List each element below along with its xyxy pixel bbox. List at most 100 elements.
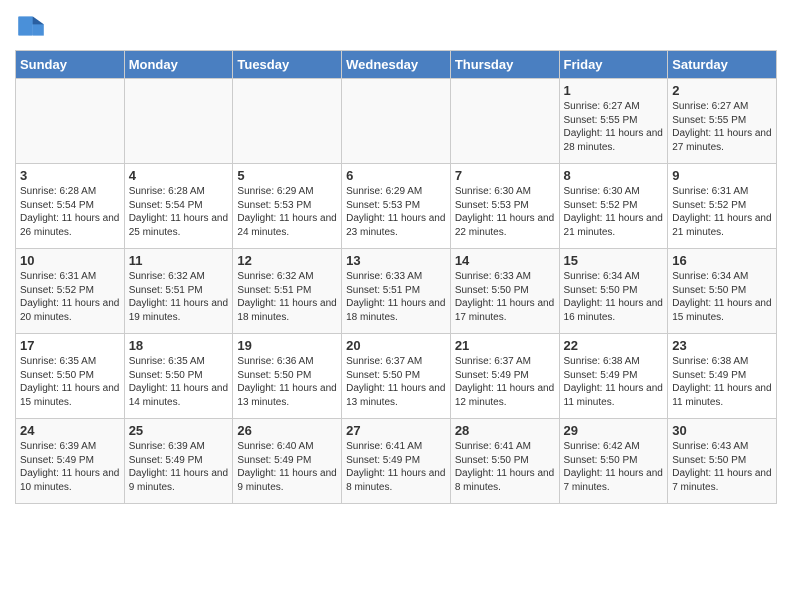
day-info: Sunrise: 6:30 AM Sunset: 5:53 PM Dayligh… (455, 185, 555, 239)
column-header-tuesday: Tuesday (233, 51, 342, 79)
day-number: 17 (20, 338, 120, 353)
day-number: 3 (20, 168, 120, 183)
calendar-cell: 11 Sunrise: 6:32 AM Sunset: 5:51 PM Dayli… (124, 249, 233, 334)
day-info: Sunrise: 6:28 AM Sunset: 5:54 PM Dayligh… (129, 185, 229, 239)
calendar-cell (124, 79, 233, 164)
day-info: Sunrise: 6:35 AM Sunset: 5:50 PM Dayligh… (129, 355, 229, 409)
day-info: Sunrise: 6:35 AM Sunset: 5:50 PM Dayligh… (20, 355, 120, 409)
day-info: Sunrise: 6:28 AM Sunset: 5:54 PM Dayligh… (20, 185, 120, 239)
calendar-cell (342, 79, 451, 164)
calendar-week-4: 17 Sunrise: 6:35 AM Sunset: 5:50 PM Dayli… (16, 334, 777, 419)
calendar-cell: 14 Sunrise: 6:33 AM Sunset: 5:50 PM Dayli… (450, 249, 559, 334)
calendar-cell: 15 Sunrise: 6:34 AM Sunset: 5:50 PM Dayli… (559, 249, 668, 334)
day-info: Sunrise: 6:37 AM Sunset: 5:50 PM Dayligh… (346, 355, 446, 409)
day-info: Sunrise: 6:31 AM Sunset: 5:52 PM Dayligh… (672, 185, 772, 239)
calendar-cell: 23 Sunrise: 6:38 AM Sunset: 5:49 PM Dayli… (668, 334, 777, 419)
day-number: 14 (455, 253, 555, 268)
calendar-cell: 12Sunrise: 6:32 AM Sunset: 5:51 PM Dayli… (233, 249, 342, 334)
calendar-cell: 19 Sunrise: 6:36 AM Sunset: 5:50 PM Dayli… (233, 334, 342, 419)
day-number: 18 (129, 338, 229, 353)
calendar-cell: 13 Sunrise: 6:33 AM Sunset: 5:51 PM Dayli… (342, 249, 451, 334)
day-number: 19 (237, 338, 337, 353)
calendar-cell: 17 Sunrise: 6:35 AM Sunset: 5:50 PM Dayli… (16, 334, 125, 419)
day-number: 16 (672, 253, 772, 268)
day-info: Sunrise: 6:42 AM Sunset: 5:50 PM Dayligh… (564, 440, 664, 494)
day-number: 23 (672, 338, 772, 353)
calendar-cell: 22 Sunrise: 6:38 AM Sunset: 5:49 PM Dayli… (559, 334, 668, 419)
calendar-week-3: 10 Sunrise: 6:31 AM Sunset: 5:52 PM Dayli… (16, 249, 777, 334)
day-number: 7 (455, 168, 555, 183)
day-number: 15 (564, 253, 664, 268)
column-header-wednesday: Wednesday (342, 51, 451, 79)
column-header-thursday: Thursday (450, 51, 559, 79)
day-info: Sunrise: 6:29 AM Sunset: 5:53 PM Dayligh… (237, 185, 337, 239)
column-header-monday: Monday (124, 51, 233, 79)
day-number: 5 (237, 168, 337, 183)
day-info: Sunrise: 6:38 AM Sunset: 5:49 PM Dayligh… (672, 355, 772, 409)
day-info: Sunrise: 6:37 AM Sunset: 5:49 PM Dayligh… (455, 355, 555, 409)
calendar-table: SundayMondayTuesdayWednesdayThursdayFrid… (15, 50, 777, 504)
calendar-cell: 9Sunrise: 6:31 AM Sunset: 5:52 PM Daylig… (668, 164, 777, 249)
day-number: 24 (20, 423, 120, 438)
calendar-cell: 5 Sunrise: 6:29 AM Sunset: 5:53 PM Daylig… (233, 164, 342, 249)
day-number: 30 (672, 423, 772, 438)
calendar-cell (233, 79, 342, 164)
day-number: 20 (346, 338, 446, 353)
page-header (15, 10, 777, 42)
calendar-cell: 1 Sunrise: 6:27 AM Sunset: 5:55 PM Daylig… (559, 79, 668, 164)
day-number: 12 (237, 253, 337, 268)
day-info: Sunrise: 6:30 AM Sunset: 5:52 PM Dayligh… (564, 185, 664, 239)
calendar-cell: 27 Sunrise: 6:41 AM Sunset: 5:49 PM Dayli… (342, 419, 451, 504)
day-number: 1 (564, 83, 664, 98)
calendar-week-2: 3 Sunrise: 6:28 AM Sunset: 5:54 PM Daylig… (16, 164, 777, 249)
day-number: 26 (237, 423, 337, 438)
calendar-week-1: 1 Sunrise: 6:27 AM Sunset: 5:55 PM Daylig… (16, 79, 777, 164)
day-number: 6 (346, 168, 446, 183)
column-header-sunday: Sunday (16, 51, 125, 79)
day-info: Sunrise: 6:29 AM Sunset: 5:53 PM Dayligh… (346, 185, 446, 239)
day-number: 2 (672, 83, 772, 98)
day-info: Sunrise: 6:39 AM Sunset: 5:49 PM Dayligh… (20, 440, 120, 494)
calendar-cell: 25 Sunrise: 6:39 AM Sunset: 5:49 PM Dayli… (124, 419, 233, 504)
calendar-cell: 28Sunrise: 6:41 AM Sunset: 5:50 PM Dayli… (450, 419, 559, 504)
day-info: Sunrise: 6:33 AM Sunset: 5:51 PM Dayligh… (346, 270, 446, 324)
calendar-cell: 8Sunrise: 6:30 AM Sunset: 5:52 PM Daylig… (559, 164, 668, 249)
day-number: 10 (20, 253, 120, 268)
day-info: Sunrise: 6:27 AM Sunset: 5:55 PM Dayligh… (564, 100, 664, 154)
day-info: Sunrise: 6:31 AM Sunset: 5:52 PM Dayligh… (20, 270, 120, 324)
calendar-cell: 6 Sunrise: 6:29 AM Sunset: 5:53 PM Daylig… (342, 164, 451, 249)
day-info: Sunrise: 6:39 AM Sunset: 5:49 PM Dayligh… (129, 440, 229, 494)
logo-icon (15, 10, 47, 42)
calendar-cell (450, 79, 559, 164)
calendar-cell: 26 Sunrise: 6:40 AM Sunset: 5:49 PM Dayli… (233, 419, 342, 504)
calendar-cell: 20 Sunrise: 6:37 AM Sunset: 5:50 PM Dayli… (342, 334, 451, 419)
day-number: 11 (129, 253, 229, 268)
calendar-cell: 29 Sunrise: 6:42 AM Sunset: 5:50 PM Dayli… (559, 419, 668, 504)
column-header-saturday: Saturday (668, 51, 777, 79)
calendar-cell: 18 Sunrise: 6:35 AM Sunset: 5:50 PM Dayli… (124, 334, 233, 419)
day-number: 25 (129, 423, 229, 438)
day-number: 13 (346, 253, 446, 268)
day-info: Sunrise: 6:36 AM Sunset: 5:50 PM Dayligh… (237, 355, 337, 409)
calendar-cell: 3 Sunrise: 6:28 AM Sunset: 5:54 PM Daylig… (16, 164, 125, 249)
calendar-cell: 10 Sunrise: 6:31 AM Sunset: 5:52 PM Dayli… (16, 249, 125, 334)
logo (15, 10, 51, 42)
day-info: Sunrise: 6:34 AM Sunset: 5:50 PM Dayligh… (564, 270, 664, 324)
day-info: Sunrise: 6:38 AM Sunset: 5:49 PM Dayligh… (564, 355, 664, 409)
day-info: Sunrise: 6:43 AM Sunset: 5:50 PM Dayligh… (672, 440, 772, 494)
calendar-cell: 24 Sunrise: 6:39 AM Sunset: 5:49 PM Dayli… (16, 419, 125, 504)
day-info: Sunrise: 6:40 AM Sunset: 5:49 PM Dayligh… (237, 440, 337, 494)
calendar-cell: 7 Sunrise: 6:30 AM Sunset: 5:53 PM Daylig… (450, 164, 559, 249)
day-info: Sunrise: 6:33 AM Sunset: 5:50 PM Dayligh… (455, 270, 555, 324)
calendar-cell: 16 Sunrise: 6:34 AM Sunset: 5:50 PM Dayli… (668, 249, 777, 334)
calendar-header-row: SundayMondayTuesdayWednesdayThursdayFrid… (16, 51, 777, 79)
day-number: 4 (129, 168, 229, 183)
calendar-cell: 2Sunrise: 6:27 AM Sunset: 5:55 PM Daylig… (668, 79, 777, 164)
day-number: 29 (564, 423, 664, 438)
day-info: Sunrise: 6:32 AM Sunset: 5:51 PM Dayligh… (129, 270, 229, 324)
day-number: 27 (346, 423, 446, 438)
calendar-cell: 4 Sunrise: 6:28 AM Sunset: 5:54 PM Daylig… (124, 164, 233, 249)
day-number: 22 (564, 338, 664, 353)
day-info: Sunrise: 6:34 AM Sunset: 5:50 PM Dayligh… (672, 270, 772, 324)
day-info: Sunrise: 6:41 AM Sunset: 5:49 PM Dayligh… (346, 440, 446, 494)
